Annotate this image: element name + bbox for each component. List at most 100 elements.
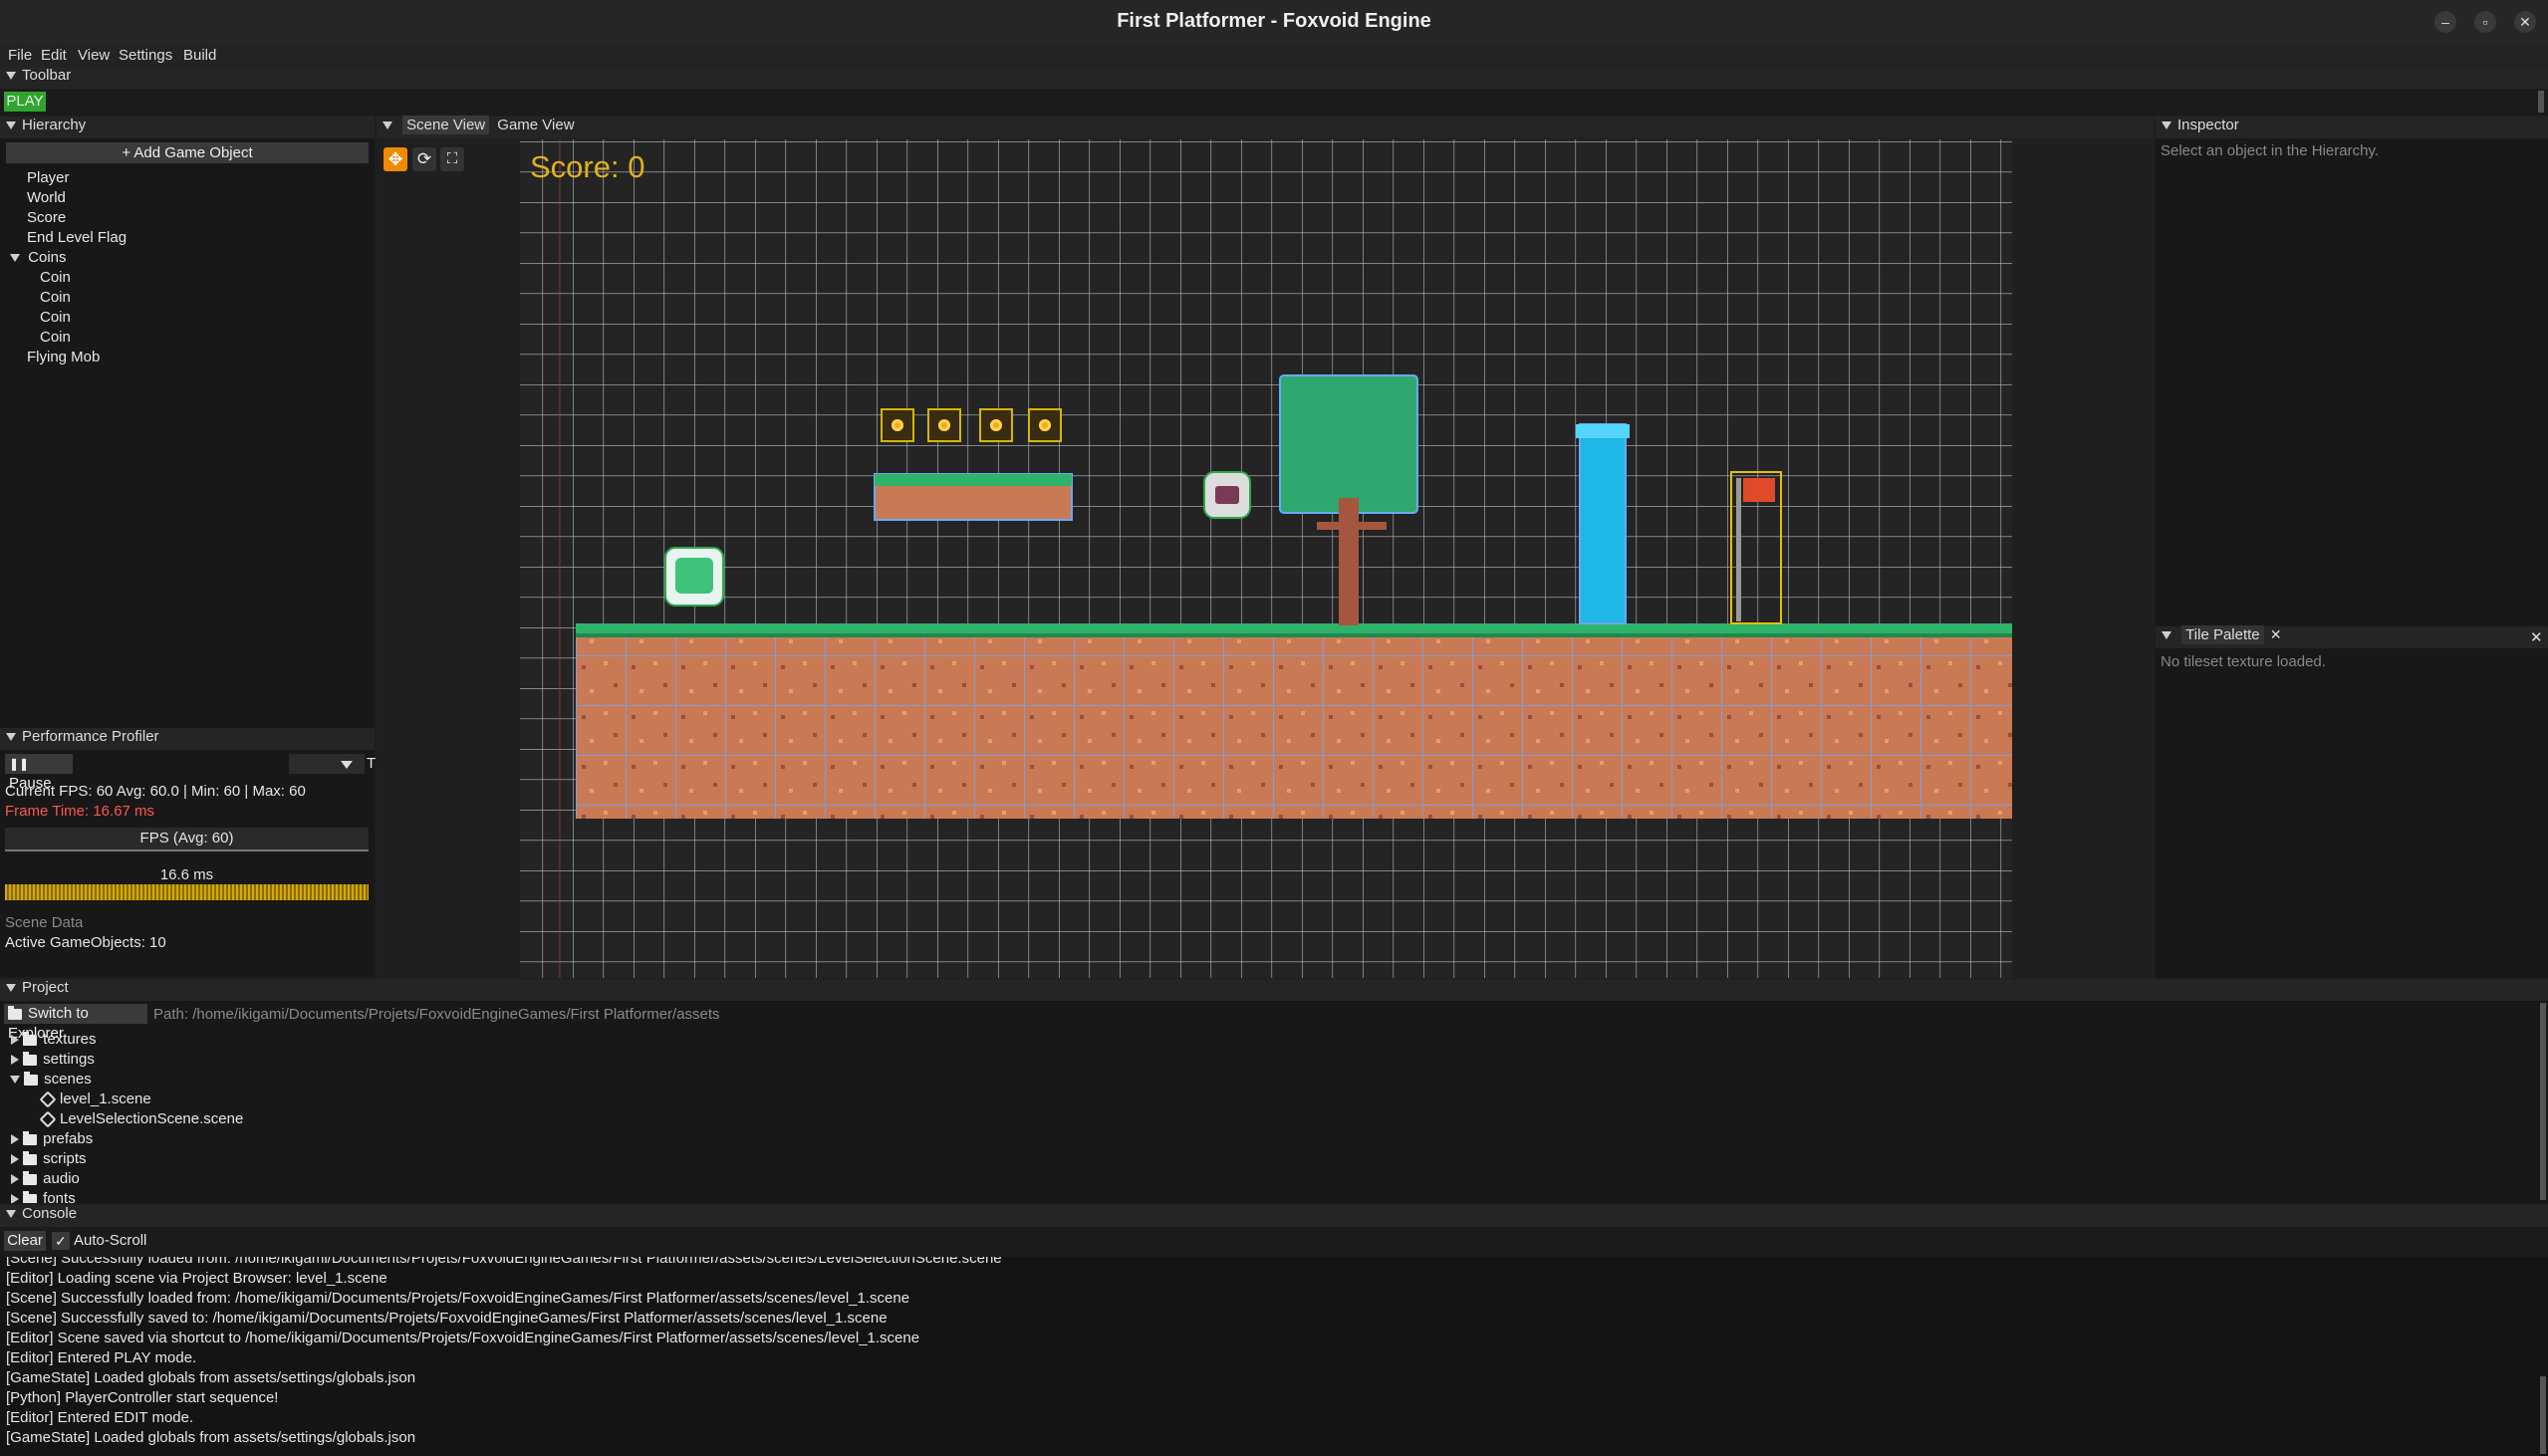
chevron-right-icon <box>11 1035 19 1046</box>
fps-graph-label: FPS (Avg: 60) <box>139 830 234 847</box>
log-line: [GameState] Loaded globals from assets/s… <box>6 1429 416 1446</box>
coin-sprite[interactable] <box>881 408 914 442</box>
folder-icon <box>23 1190 38 1203</box>
file-item-level-selection[interactable]: LevelSelectionScene.scene <box>39 1110 243 1128</box>
hierarchy-item-flying-mob[interactable]: Flying Mob <box>27 349 100 365</box>
folder-icon <box>23 1170 38 1185</box>
play-button[interactable]: PLAY <box>4 92 46 112</box>
tab-scene-view[interactable]: Scene View <box>402 116 490 134</box>
collapse-icon <box>6 984 16 993</box>
menu-view[interactable]: View <box>78 47 110 64</box>
add-game-object-button[interactable]: + Add Game Object <box>6 142 369 163</box>
hierarchy-item-world[interactable]: World <box>27 189 66 206</box>
file-item-level-1[interactable]: level_1.scene <box>39 1091 151 1108</box>
hierarchy-item-player[interactable]: Player <box>27 169 70 186</box>
folder-icon <box>23 1150 38 1165</box>
scene-file-icon <box>39 1091 57 1108</box>
scrollbar[interactable] <box>2538 91 2544 113</box>
log-line: [Editor] Loading scene via Project Brows… <box>6 1270 387 1287</box>
folder-icon <box>23 1031 38 1046</box>
hierarchy-header[interactable]: Hierarchy <box>0 117 375 138</box>
scene-tabs: Scene View Game View <box>377 116 2154 138</box>
scene-file-icon <box>39 1110 57 1128</box>
collapse-icon <box>6 72 16 81</box>
inspector-placeholder: Select an object in the Hierarchy. <box>2161 142 2380 159</box>
close-icon[interactable]: ✕ <box>2514 11 2536 33</box>
log-line: [GameState] Loaded globals from assets/s… <box>6 1369 416 1386</box>
hierarchy-item-coin[interactable]: Coin <box>40 289 71 306</box>
folder-icon <box>23 1051 38 1066</box>
hierarchy-item-coins[interactable]: Coins <box>10 249 67 266</box>
log-line: [Editor] Scene saved via shortcut to /ho… <box>6 1330 920 1346</box>
pause-button[interactable]: ❚❚ Pause <box>5 754 73 792</box>
tree-canopy[interactable] <box>1279 374 1418 514</box>
close-panel-icon[interactable]: ✕ <box>2530 628 2543 646</box>
tile-palette-panel: No tileset texture loaded. <box>2156 648 2548 978</box>
console-header[interactable]: Console <box>0 1205 2548 1227</box>
chevron-right-icon <box>11 1154 19 1165</box>
folder-item-scenes[interactable]: scenes <box>10 1071 92 1088</box>
move-tool-icon[interactable]: ✥ <box>383 147 407 171</box>
clear-button[interactable]: Clear <box>4 1231 46 1251</box>
profiler-dropdown[interactable] <box>289 754 365 774</box>
minimize-icon[interactable]: – <box>2434 11 2456 33</box>
switch-to-explorer-button[interactable]: Switch to Explorer <box>4 1004 147 1042</box>
inspector-header[interactable]: Inspector <box>2156 117 2548 138</box>
console-toolbar: Clear ✓ Auto-Scroll <box>0 1227 2548 1257</box>
close-tab-icon[interactable]: ✕ <box>2270 626 2282 642</box>
collapse-icon <box>6 733 16 742</box>
hierarchy-item-coin[interactable]: Coin <box>40 329 71 346</box>
hierarchy-item-score[interactable]: Score <box>27 209 66 226</box>
scene-canvas[interactable]: Score: 0 <box>520 139 2012 978</box>
coin-sprite[interactable] <box>927 408 961 442</box>
collapse-icon <box>382 121 392 130</box>
folder-item-prefabs[interactable]: prefabs <box>11 1130 93 1147</box>
tab-game-view[interactable]: Game View <box>493 116 578 134</box>
tree-trunk[interactable] <box>1339 498 1359 625</box>
dropdown-value: T <box>367 755 377 772</box>
tab-tile-palette[interactable]: Tile Palette <box>2181 625 2264 644</box>
project-path: Path: /home/ikigami/Documents/Projets/Fo… <box>153 1006 720 1023</box>
console-scrollbar[interactable] <box>2540 1376 2546 1454</box>
hierarchy-item-coin[interactable]: Coin <box>40 269 71 286</box>
chevron-down-icon <box>10 1076 20 1085</box>
folder-item-scripts[interactable]: scripts <box>11 1150 87 1167</box>
profiler-header[interactable]: Performance Profiler <box>0 728 375 750</box>
inspector-panel: Select an object in the Hierarchy. <box>2156 138 2548 626</box>
frame-time: Frame Time: 16.67 ms <box>5 803 155 820</box>
chevron-right-icon <box>11 1134 19 1145</box>
toolbar-header[interactable]: Toolbar <box>0 67 2548 89</box>
pause-icon: ❚❚ <box>9 757 30 771</box>
collapse-icon <box>6 121 16 130</box>
project-scrollbar[interactable] <box>2540 1003 2546 1200</box>
window-title: First Platformer - Foxvoid Engine <box>1117 10 1431 32</box>
hierarchy-panel: + Add Game Object Player World Score End… <box>0 138 375 729</box>
folder-item-settings[interactable]: settings <box>11 1051 95 1068</box>
autoscroll-checkbox[interactable]: ✓ <box>52 1232 70 1250</box>
scene-grid <box>520 139 2012 978</box>
menu-file[interactable]: File <box>8 47 32 64</box>
log-line: [Scene] Successfully loaded from: /home/… <box>6 1290 910 1307</box>
rotate-tool-icon[interactable]: ⟳ <box>412 147 436 171</box>
fps-readout: Current FPS: 60 Avg: 60.0 | Min: 60 | Ma… <box>5 783 306 800</box>
hierarchy-item-coin[interactable]: Coin <box>40 309 71 326</box>
menu-settings[interactable]: Settings <box>119 47 172 64</box>
maximize-icon[interactable]: ▫ <box>2474 11 2496 33</box>
project-panel: Switch to Explorer Path: /home/ikigami/D… <box>0 1001 2548 1203</box>
scale-tool-icon[interactable]: ⛶ <box>440 147 464 171</box>
coin-sprite[interactable] <box>1028 408 1062 442</box>
profiler-panel: ❚❚ Pause T Current FPS: 60 Avg: 60.0 | M… <box>0 750 377 977</box>
menu-edit[interactable]: Edit <box>41 47 67 64</box>
collapse-icon <box>2162 121 2171 130</box>
project-header[interactable]: Project <box>0 979 2548 1001</box>
folder-item-audio[interactable]: audio <box>11 1170 80 1187</box>
folder-item-fonts[interactable]: fonts <box>11 1190 76 1203</box>
ground-tiles[interactable] <box>576 623 2012 819</box>
coin-sprite[interactable] <box>979 408 1013 442</box>
menu-build[interactable]: Build <box>183 47 216 64</box>
scene-data-label: Scene Data <box>5 914 84 931</box>
collapse-icon[interactable] <box>2162 631 2171 640</box>
folder-item-textures[interactable]: textures <box>11 1031 97 1048</box>
blue-pillar[interactable] <box>1579 423 1627 624</box>
hierarchy-item-end-level-flag[interactable]: End Level Flag <box>27 229 127 246</box>
